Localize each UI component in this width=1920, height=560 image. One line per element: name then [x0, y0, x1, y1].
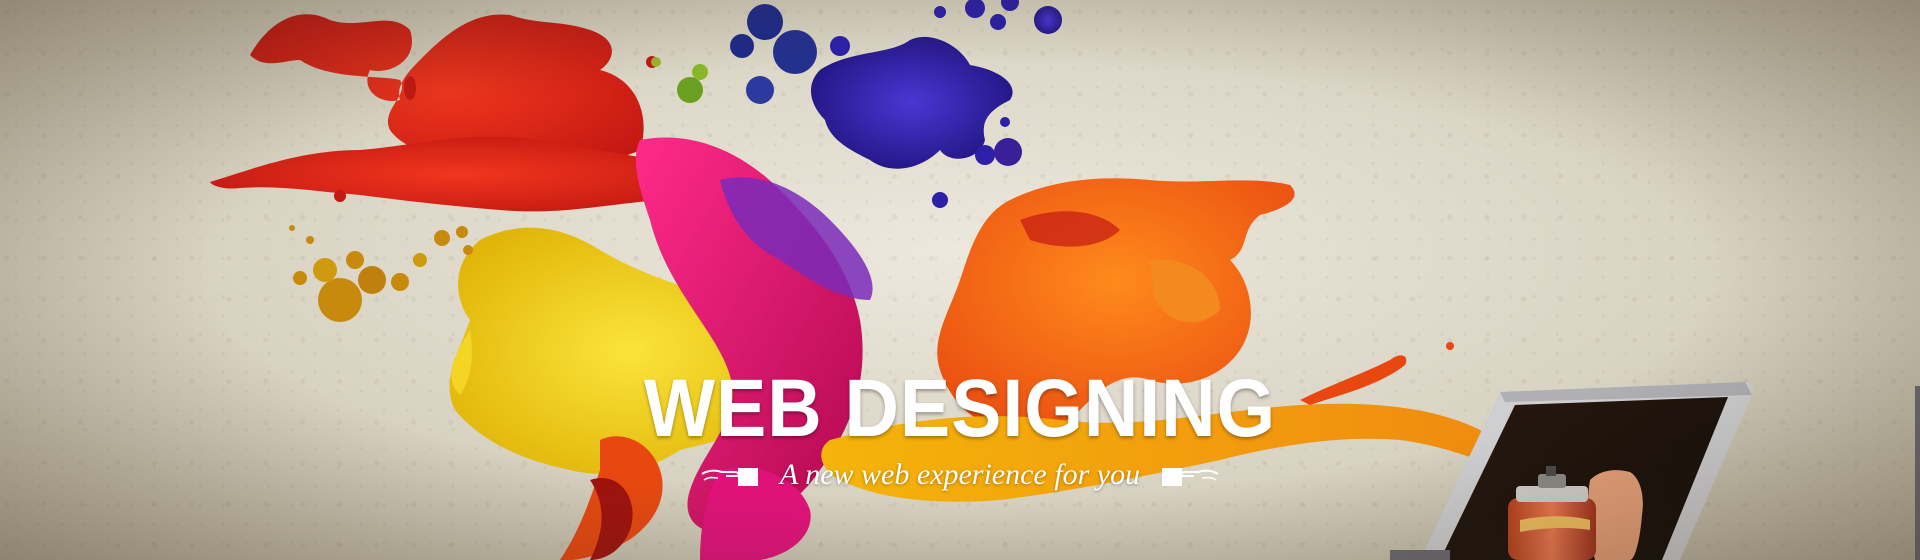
banner-tagline: A new web experience for you: [779, 458, 1141, 491]
banner-headline: WEB DESIGNING: [643, 363, 1277, 454]
pointing-hand-right-icon: [701, 468, 758, 486]
tagline-row: A new web experience for you: [0, 458, 1920, 492]
pointing-hand-left-icon: [1162, 468, 1219, 486]
hero-banner: WEB DESIGNING A new web experience for y…: [0, 0, 1920, 560]
